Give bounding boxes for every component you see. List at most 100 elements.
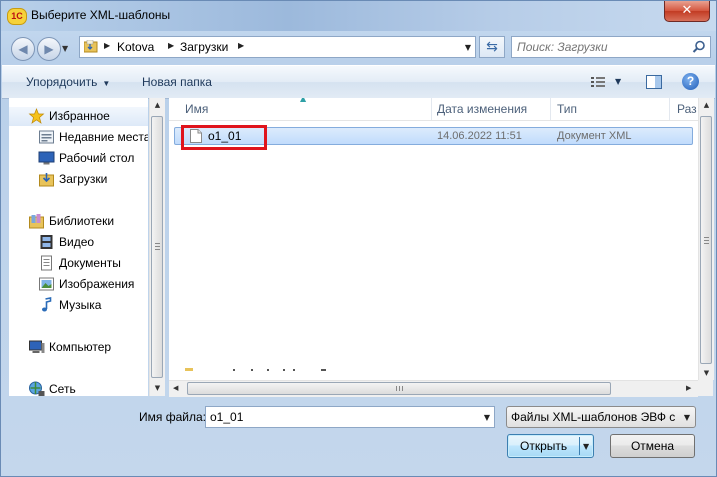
file-open-dialog: 1С Выберите XML-шаблоны ✕ ◀ ▶ ▼ ▶ Kotova… [0,0,717,477]
address-bar[interactable]: ▶ Kotova ▶ Загрузки ▶ ▼ [79,36,476,58]
grip-line [704,240,709,241]
partially-hidden-row [185,368,326,371]
file-list-horizontal-scrollbar[interactable]: ◀ ▶ [169,380,698,397]
open-button-label: Открыть [520,439,568,453]
filename-label: Имя файла: [139,410,206,424]
nav-video[interactable]: Видео [9,233,148,252]
filename-dropdown-icon[interactable]: ▼ [484,413,490,422]
scroll-down-icon[interactable]: ▼ [150,384,165,392]
scroll-up-icon[interactable]: ▲ [150,101,165,109]
open-button[interactable]: Открыть ▼ [507,434,594,458]
recent-pages-dropdown[interactable]: ▼ [62,44,68,53]
nav-item-label: Рабочий стол [59,151,135,165]
column-divider[interactable] [431,98,432,120]
recent-places-icon [39,130,54,144]
cancel-button[interactable]: Отмена [610,434,695,458]
nav-libraries-label: Библиотеки [49,214,115,228]
window-title: Выберите XML-шаблоны [31,8,171,22]
sort-indicator-icon: ▲ [300,98,307,103]
scroll-left-icon[interactable]: ◀ [173,384,178,392]
nav-computer[interactable]: Компьютер [9,338,148,357]
close-button[interactable]: ✕ [664,1,710,22]
forward-arrow-icon: ▶ [44,42,54,56]
help-icon[interactable]: ? [682,73,699,90]
grip-line [155,243,160,244]
column-divider[interactable] [550,98,551,120]
open-dropdown-icon[interactable]: ▼ [583,442,589,451]
computer-icon [29,340,45,353]
scroll-up-icon[interactable]: ▲ [699,101,714,109]
refresh-icon: ⇆ [486,39,498,55]
breadcrumb-separator-icon[interactable]: ▶ [238,41,244,50]
refresh-button[interactable]: ⇆ [479,36,505,58]
filename-input[interactable] [210,410,470,424]
command-toolbar: Упорядочить ▼ Новая папка ▼ ? [2,65,715,99]
organize-button[interactable]: Упорядочить ▼ [26,75,110,89]
nav-item-label: Музыка [59,298,102,312]
scroll-down-icon[interactable]: ▼ [699,369,714,377]
column-divider[interactable] [669,98,670,120]
breadcrumb-separator-icon[interactable]: ▶ [168,41,174,50]
file-list-vertical-scrollbar[interactable]: ▲ ▼ [698,98,714,380]
libraries-icon [29,214,44,229]
view-mode-icon[interactable] [591,76,605,88]
new-folder-button[interactable]: Новая папка [142,75,212,89]
file-hscroll-thumb[interactable] [187,382,611,395]
address-dropdown-icon[interactable]: ▼ [465,43,471,52]
column-date-modified[interactable]: Дата изменения [437,102,527,116]
scroll-right-icon[interactable]: ▶ [686,384,691,392]
breadcrumb-kotova[interactable]: Kotova [117,40,154,54]
documents-library-icon [41,255,52,271]
grip-line [399,386,400,391]
grip-line [704,243,709,244]
nav-downloads[interactable]: Загрузки [9,170,148,189]
breadcrumb-separator-icon[interactable]: ▶ [104,41,110,50]
nav-music[interactable]: Музыка [9,296,148,315]
nav-pictures[interactable]: Изображения [9,275,148,294]
downloads-folder-icon [39,173,54,187]
red-highlight-annotation [181,125,267,150]
forward-button[interactable]: ▶ [37,37,61,61]
nav-libraries[interactable]: Библиотеки [9,212,148,231]
nav-desktop[interactable]: Рабочий стол [9,149,148,168]
nav-network-label: Сеть [49,382,76,396]
preview-pane-icon[interactable] [646,75,662,89]
title-bar[interactable]: 1С Выберите XML-шаблоны ✕ [1,1,716,31]
nav-documents[interactable]: Документы [9,254,148,273]
nav-scroll-thumb[interactable] [151,116,163,378]
filetype-value: Файлы XML-шаблонов ЭВФ с [511,410,676,424]
search-input[interactable] [517,39,687,55]
network-icon [29,381,45,396]
nav-favorites[interactable]: Избранное [9,107,148,126]
file-vscroll-thumb[interactable] [700,116,712,364]
file-date-modified: 14.06.2022 11:51 [437,130,522,142]
nav-item-label: Недавние места [59,130,148,144]
nav-favorites-label: Избранное [49,109,110,123]
breadcrumb-downloads[interactable]: Загрузки [180,40,228,54]
nav-item-label: Видео [59,235,95,249]
nav-item-label: Загрузки [59,172,108,186]
grip-line [402,386,403,391]
column-type[interactable]: Тип [557,102,577,116]
search-box[interactable] [511,36,711,58]
nav-pane-scrollbar[interactable]: ▲ ▼ [149,98,165,396]
filetype-select[interactable]: Файлы XML-шаблонов ЭВФ с ▼ [506,406,696,428]
column-size[interactable]: Раз [677,102,697,116]
filename-combobox[interactable]: ▼ [205,406,495,428]
nav-recent-places[interactable]: Недавние места [9,128,148,147]
file-type: Документ XML [557,130,632,142]
video-library-icon [40,235,53,249]
grip-line [155,249,160,250]
column-name[interactable]: Имя [185,102,208,116]
music-library-icon [42,297,52,312]
chevron-down-icon: ▼ [102,79,111,88]
nav-item-label: Изображения [59,277,135,291]
back-button[interactable]: ◀ [11,37,35,61]
nav-item-label: Документы [59,256,121,270]
grip-line [704,237,709,238]
pictures-library-icon [39,277,54,291]
nav-network[interactable]: Сеть [9,380,148,396]
app-1c-icon: 1С [7,8,27,25]
view-dropdown-icon[interactable]: ▼ [615,77,621,86]
navigation-pane: Избранное Недавние места Рабочий стол За… [9,98,148,396]
